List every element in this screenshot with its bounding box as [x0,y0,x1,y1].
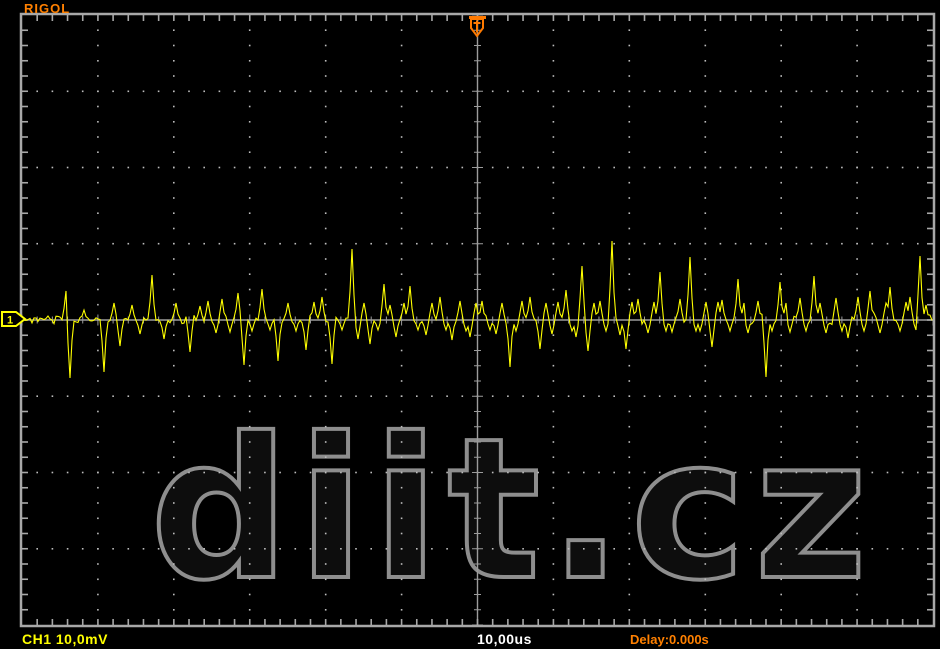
trigger-position-marker-icon [469,16,486,38]
timebase-readout: 10,00us [477,631,532,647]
ch1-marker-label: 1 [7,315,13,327]
graticule-grid [19,12,936,628]
trigger-delay-readout: Delay:0.000s [630,632,709,647]
brand-logo: RIGOL [24,1,71,16]
channel-scale-readout: CH1 10,0mV [22,631,108,647]
ch1-position-marker-icon: 1 [1,311,27,327]
oscilloscope-screen: RIGOL diit.cz 1 CH1 10,0mV 10,00us Delay… [0,0,940,649]
